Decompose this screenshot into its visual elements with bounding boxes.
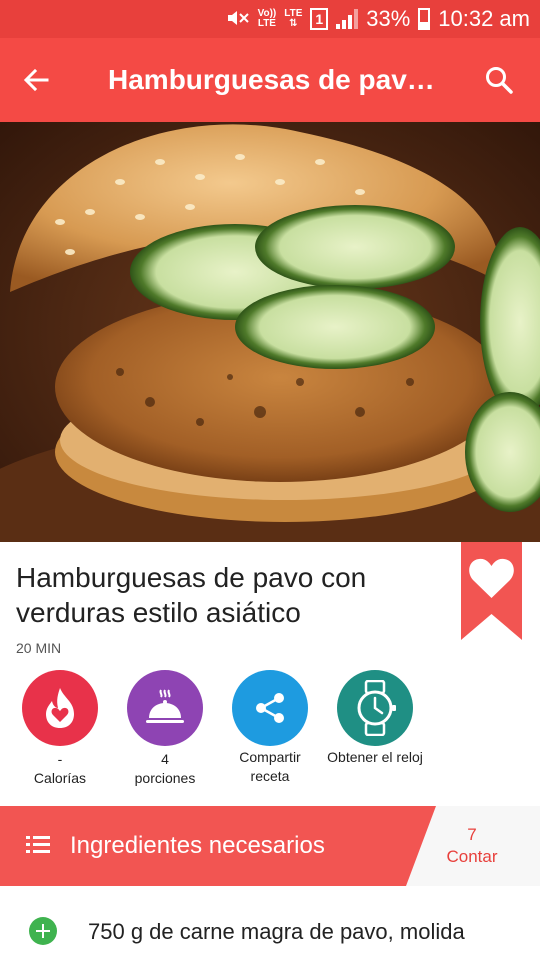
back-button[interactable]	[0, 38, 72, 122]
share-action[interactable]: Compartir receta	[220, 670, 320, 786]
add-ingredient-button[interactable]	[29, 917, 57, 945]
watch-label: Obtener el reloj	[327, 749, 423, 765]
watch-action[interactable]: Obtener el reloj	[325, 670, 425, 767]
servings-value: 4	[161, 751, 169, 767]
arrow-back-icon	[23, 68, 49, 92]
sim-slot-badge: 1	[310, 8, 329, 30]
servings-label: porciones	[134, 770, 196, 786]
status-bar: Vo)) LTE LTE ⇅ 1 33% 10:32 am	[0, 0, 540, 38]
ingredients-title: Ingredientes necesarios	[70, 832, 325, 859]
app-bar: Hamburguesas de pav…	[0, 38, 540, 122]
ingredients-count: 7 Contar	[440, 824, 504, 868]
ingredient-text: 750 g de carne magra de pavo, molida	[88, 919, 465, 944]
recipe-actions: - Calorías 4 porciones Compartir receta	[0, 670, 540, 790]
search-icon	[486, 67, 513, 94]
recipe-title: Hamburguesas de pavo con verduras estilo…	[16, 562, 367, 628]
servings-circle	[127, 670, 203, 746]
list-icon	[26, 836, 50, 853]
flame-heart-icon	[46, 688, 74, 728]
calories-circle	[22, 670, 98, 746]
share-icon	[256, 693, 284, 723]
serving-dish-icon	[146, 689, 184, 723]
recipe-time: 20 MIN	[16, 640, 62, 656]
page-title: Hamburguesas de pav…	[108, 64, 435, 95]
search-button[interactable]	[458, 38, 540, 122]
watch-icon	[357, 680, 396, 736]
ingredient-item: 750 g de carne magra de pavo, molida	[0, 900, 540, 960]
signal-strength-icon	[336, 9, 359, 29]
ingredients-header[interactable]: Ingredientes necesarios 7 Contar	[0, 806, 540, 886]
mute-icon	[226, 8, 250, 31]
clock: 10:32 am	[438, 6, 530, 31]
ingredients-count-label: Contar	[446, 847, 498, 866]
favorite-button[interactable]	[461, 542, 522, 640]
watch-circle	[337, 670, 413, 746]
servings-action[interactable]: 4 porciones	[115, 670, 215, 788]
battery-percent: 33%	[366, 6, 411, 31]
ingredients-count-value: 7	[467, 825, 477, 844]
battery-icon	[418, 8, 431, 30]
share-label: Compartir receta	[239, 749, 301, 784]
volte-indicator: Vo)) LTE	[257, 8, 277, 29]
calories-value: -	[57, 751, 63, 767]
recipe-photo	[0, 122, 540, 542]
recipe-header: Hamburguesas de pavo con verduras estilo…	[16, 560, 436, 656]
calories-action[interactable]: - Calorías	[10, 670, 110, 788]
share-circle	[232, 670, 308, 746]
lte-indicator: LTE ⇅	[284, 8, 303, 29]
calories-label: Calorías	[33, 770, 87, 786]
